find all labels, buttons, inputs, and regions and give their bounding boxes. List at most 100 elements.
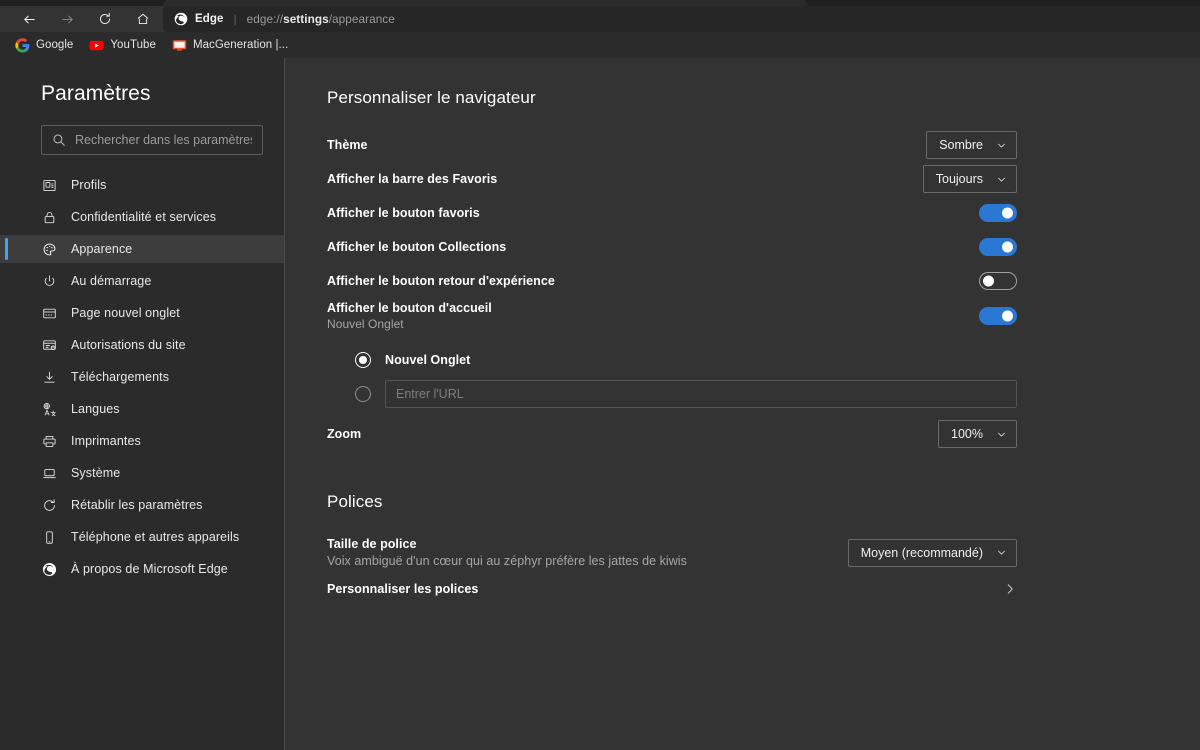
edge-logo-icon — [41, 561, 57, 577]
bookmark-youtube[interactable]: YouTube — [83, 35, 164, 56]
sidebar-item-telephone-et-autres-appareils[interactable]: Téléphone et autres appareils — [0, 523, 284, 551]
forward-arrow-icon[interactable] — [48, 6, 86, 32]
printer-icon — [41, 433, 57, 449]
theme-dropdown-value: Sombre — [939, 138, 983, 152]
bookmark-macgeneration[interactable]: MacGeneration |... — [166, 35, 296, 56]
address-bar[interactable]: Edge | edge://settings/appearance — [163, 6, 1200, 32]
sidebar-item-apparence[interactable]: Apparence — [0, 235, 284, 263]
sidebar-item-a-propos-de-microsoft-edge[interactable]: À propos de Microsoft Edge — [0, 555, 284, 583]
profile-card-icon — [41, 177, 57, 193]
sidebar-item-label: Système — [71, 466, 121, 480]
sidebar-item-page-nouvel-onglet[interactable]: Page nouvel onglet — [0, 299, 284, 327]
font-size-dropdown[interactable]: Moyen (recommandé) — [847, 538, 1017, 567]
customize-fonts-row[interactable]: Personnaliser les polices — [327, 571, 1017, 607]
sidebar-item-label: Au démarrage — [71, 274, 152, 288]
setting-label: Zoom — [327, 427, 362, 441]
back-arrow-icon[interactable] — [10, 6, 48, 32]
sidebar-item-retablir-les-parametres[interactable]: Rétablir les paramètres — [0, 491, 284, 519]
section-heading-customize: Personnaliser le navigateur — [327, 88, 536, 107]
new-tab-page-icon — [41, 305, 57, 321]
home-icon[interactable] — [124, 6, 162, 32]
toggle-knob — [1002, 241, 1013, 253]
zoom-dropdown-value: 100% — [951, 427, 983, 441]
setting-label: Thème — [327, 138, 368, 152]
font-sample-text: Voix ambiguë d'un cœur qui au zéphyr pré… — [327, 554, 687, 568]
languages-icon — [41, 401, 57, 417]
sidebar-item-label: Téléchargements — [71, 370, 170, 384]
setting-label: Afficher le bouton d'accueil — [327, 301, 492, 315]
toggle-knob — [1002, 207, 1013, 219]
sidebar-item-langues[interactable]: Langues — [0, 395, 284, 423]
sidebar-item-systeme[interactable]: Système — [0, 459, 284, 487]
sidebar-item-label: Confidentialité et services — [71, 210, 217, 224]
settings-content: Personnaliser le navigateur Thème Sombre… — [285, 58, 1200, 750]
sidebar-item-label: Téléphone et autres appareils — [71, 530, 240, 544]
favorites-bar-dropdown[interactable]: Toujours — [922, 165, 1017, 193]
search-input[interactable] — [75, 133, 252, 147]
palette-icon — [41, 241, 57, 257]
home-button-target-group: Nouvel Onglet — [327, 334, 1017, 411]
setting-row-theme: Thème Sombre — [327, 128, 1017, 162]
chevron-down-icon — [998, 143, 1005, 147]
setting-label: Afficher le bouton Collections — [327, 240, 507, 254]
home-url-input[interactable] — [385, 380, 1017, 408]
font-size-dropdown-value: Moyen (recommandé) — [860, 545, 983, 560]
sidebar-item-profils[interactable]: Profils — [0, 171, 284, 199]
settings-search[interactable] — [41, 125, 263, 155]
feedback-button-toggle[interactable] — [979, 272, 1017, 290]
sidebar-item-telechargements[interactable]: Téléchargements — [0, 363, 284, 391]
page-title: Paramètres — [41, 82, 151, 105]
macgeneration-icon — [172, 39, 187, 51]
theme-dropdown[interactable]: Sombre — [926, 131, 1017, 159]
url-bold-segment: settings — [283, 12, 329, 26]
home-button-toggle[interactable] — [979, 307, 1017, 325]
reload-icon[interactable] — [86, 6, 124, 32]
omnibox-separator: | — [233, 12, 237, 26]
setting-label: Taille de police — [327, 537, 417, 551]
setting-sublabel: Nouvel Onglet — [327, 317, 404, 331]
sidebar-item-au-demarrage[interactable]: Au démarrage — [0, 267, 284, 295]
sidebar-item-label: Rétablir les paramètres — [71, 498, 203, 512]
sidebar-item-label: Autorisations du site — [71, 338, 186, 352]
radio-row-custom-url[interactable] — [355, 377, 1017, 411]
url-suffix: /appearance — [328, 12, 395, 26]
sidebar-item-label: Page nouvel onglet — [71, 306, 180, 320]
bookmark-google[interactable]: Google — [9, 35, 81, 56]
omnibox-brand: Edge — [195, 13, 224, 25]
collections-button-toggle[interactable] — [979, 238, 1017, 256]
chevron-down-icon — [998, 550, 1005, 555]
sidebar-item-label: Profils — [71, 178, 107, 192]
bookmark-label: YouTube — [110, 39, 156, 51]
setting-label: Afficher le bouton favoris — [327, 206, 480, 220]
section-heading-fonts: Polices — [327, 492, 383, 511]
lock-icon — [41, 209, 57, 225]
zoom-dropdown[interactable]: 100% — [938, 420, 1017, 448]
setting-row-feedback-button: Afficher le bouton retour d'expérience — [327, 264, 1017, 298]
search-icon — [53, 134, 65, 146]
setting-row-favorites-bar: Afficher la barre des Favoris Toujours — [327, 162, 1017, 196]
browser-toolbar: Edge | edge://settings/appearance — [0, 6, 1200, 32]
setting-label: Personnaliser les polices — [327, 582, 479, 596]
radio-custom-url[interactable] — [355, 386, 371, 402]
radio-row-new-tab[interactable]: Nouvel Onglet — [355, 343, 1017, 377]
settings-page: Paramètres Profils — [0, 58, 1200, 750]
toggle-knob — [983, 275, 994, 287]
url-prefix: edge:// — [246, 12, 284, 26]
chevron-right-icon — [1007, 584, 1013, 594]
favorites-bar-dropdown-value: Toujours — [935, 172, 983, 186]
radio-new-tab-label: Nouvel Onglet — [385, 353, 471, 367]
settings-sidebar: Paramètres Profils — [0, 58, 285, 750]
google-icon — [15, 37, 30, 53]
system-icon — [41, 465, 57, 481]
sidebar-item-label: Langues — [71, 402, 120, 416]
radio-new-tab[interactable] — [355, 352, 371, 368]
sidebar-item-confidentialite[interactable]: Confidentialité et services — [0, 203, 284, 231]
setting-row-home-button: Afficher le bouton d'accueil Nouvel Ongl… — [327, 298, 1017, 334]
setting-row-zoom: Zoom 100% — [327, 417, 1017, 451]
youtube-icon — [89, 40, 104, 50]
sidebar-item-imprimantes[interactable]: Imprimantes — [0, 427, 284, 455]
sidebar-item-autorisations-du-site[interactable]: Autorisations du site — [0, 331, 284, 359]
bookmarks-bar: Google YouTube MacGeneration |... — [0, 32, 1200, 58]
phone-icon — [41, 529, 57, 545]
favorites-button-toggle[interactable] — [979, 204, 1017, 222]
